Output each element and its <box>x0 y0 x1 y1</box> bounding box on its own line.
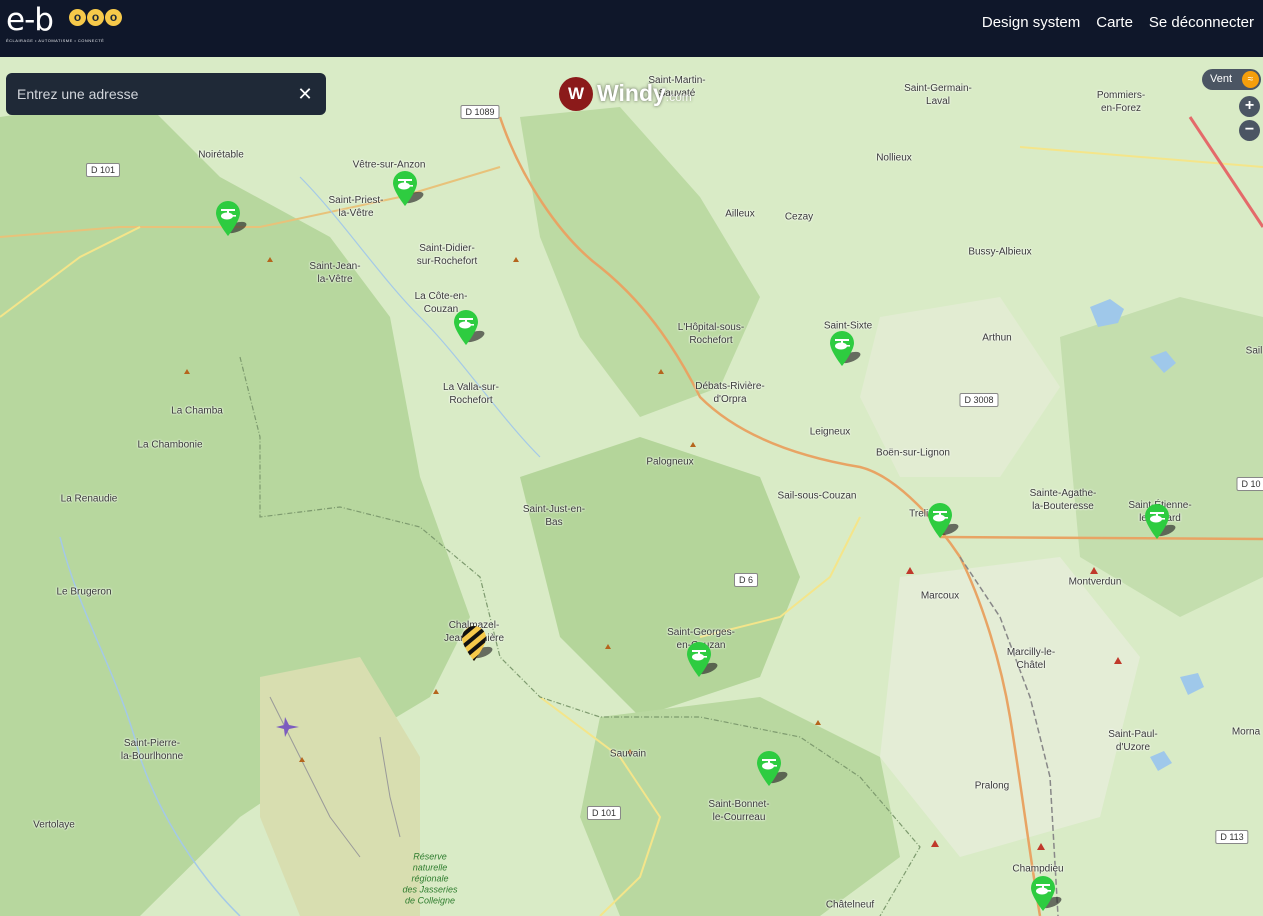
place-label: Leigneux <box>809 426 851 438</box>
wind-icon: ≈ <box>1242 71 1259 88</box>
place-label: Sainte-Agathe- la-Bouteresse <box>1029 488 1097 512</box>
helicopter-marker[interactable] <box>215 201 248 237</box>
close-icon[interactable]: ✕ <box>294 83 316 105</box>
place-label: Saint-Just-en- Bas <box>522 504 586 528</box>
map-canvas[interactable]: Saint-Martin- Sauvaté Saint-Germain- Lav… <box>0 57 1263 916</box>
place-label: Marcilly-le- Châtel <box>1006 647 1056 671</box>
nav-design-system-link[interactable]: Design system <box>982 14 1080 31</box>
helicopter-marker[interactable] <box>392 171 425 207</box>
place-label: Nollieux <box>876 152 912 164</box>
place-label: Sail-sous-Couzan <box>777 490 857 502</box>
place-label: Bussy-Albieux <box>968 246 1032 258</box>
helicopter-marker[interactable] <box>829 331 862 367</box>
helicopter-marker[interactable] <box>453 310 486 346</box>
top-navbar: e-b o o o ÉCLAIRAGE • AUTOMATISME • CONN… <box>0 0 1263 57</box>
zoom-out-button[interactable]: − <box>1239 120 1260 141</box>
place-label: Vêtre-sur-Anzon <box>352 159 426 171</box>
road-label: D 101 <box>85 163 121 177</box>
road-label: D 6 <box>733 573 759 587</box>
windy-logo-icon: W <box>559 77 593 111</box>
helicopter-marker[interactable] <box>1030 876 1063 912</box>
logo-tagline: ÉCLAIRAGE • AUTOMATISME • CONNECTÉ <box>6 38 105 43</box>
place-label: Morna <box>1231 726 1261 738</box>
eboo-logo[interactable]: e-b o o o ÉCLAIRAGE • AUTOMATISME • CONN… <box>6 2 122 44</box>
place-label: Noirétable <box>198 149 244 161</box>
logo-text: e-b <box>6 2 54 38</box>
logo-dot: o <box>69 9 86 26</box>
place-label: La Chamba <box>171 405 223 417</box>
place-label: Saint-Priest- la-Vêtre <box>328 195 384 219</box>
wind-toggle[interactable]: Vent ≈ <box>1202 69 1261 90</box>
logo-dot: o <box>105 9 122 26</box>
place-label: Saint-Didier- sur-Rochefort <box>416 243 478 267</box>
place-label: Vertolaye <box>33 819 75 831</box>
place-label: Montverdun <box>1068 576 1122 588</box>
wind-toggle-label: Vent <box>1210 73 1233 85</box>
road-label: D 1089 <box>460 105 500 119</box>
place-label: Sauvain <box>609 748 647 760</box>
place-label: La Renaudie <box>60 493 118 505</box>
windy-wordmark: Windy.com <box>597 80 692 106</box>
place-label: Sail <box>1245 345 1263 357</box>
place-label: Châtelneuf <box>825 899 875 911</box>
road-label: D 3008 <box>959 393 999 407</box>
nav-links: Design system Carte Se déconnecter <box>982 0 1254 44</box>
address-search-input[interactable] <box>6 73 296 115</box>
place-label: Ailleux <box>725 208 755 220</box>
place-label: Arthun <box>982 332 1012 344</box>
helicopter-marker[interactable] <box>1144 504 1177 540</box>
selected-site-marker[interactable] <box>461 626 494 662</box>
road-label: D 101 <box>586 806 622 820</box>
place-label: La Chambonie <box>137 439 203 451</box>
place-label: Pralong <box>974 780 1010 792</box>
address-search-box: ✕ <box>6 73 326 115</box>
helicopter-marker[interactable] <box>927 503 960 539</box>
place-label: Débats-Rivière- d'Orpra <box>695 381 765 405</box>
place-label: Le Brugeron <box>56 586 112 598</box>
reserve-label: Réserve naturelle régionale des Jasserie… <box>402 851 458 906</box>
place-label: Saint-Germain- Laval <box>904 83 972 107</box>
nav-carte-link[interactable]: Carte <box>1096 14 1133 31</box>
place-label: Marcoux <box>920 590 960 602</box>
place-label: Saint-Pierre- la-Bourlhonne <box>120 738 184 762</box>
zoom-in-button[interactable]: + <box>1239 96 1260 117</box>
helicopter-marker[interactable] <box>756 751 789 787</box>
place-label: Pommiers- en-Forez <box>1096 90 1146 114</box>
place-label: Palogneux <box>646 456 694 468</box>
place-label: Boën-sur-Lignon <box>876 447 950 459</box>
place-label: Cezay <box>784 211 814 223</box>
nav-logout-link[interactable]: Se déconnecter <box>1149 14 1254 31</box>
place-label: Saint-Bonnet- le-Courreau <box>708 799 770 823</box>
place-label: Saint-Paul- d'Uzore <box>1108 729 1158 753</box>
helicopter-marker[interactable] <box>686 642 719 678</box>
place-label: Saint-Jean- la-Vêtre <box>309 261 361 285</box>
logo-dot: o <box>87 9 104 26</box>
place-label: La Valla-sur- Rochefort <box>443 382 499 406</box>
place-label: Champdieu <box>1012 863 1064 875</box>
road-label: D 113 <box>1215 830 1249 844</box>
place-label: L'Hôpital-sous- Rochefort <box>677 322 745 346</box>
road-label: D 10 <box>1236 477 1263 491</box>
logo-dots: o o o <box>69 9 122 26</box>
